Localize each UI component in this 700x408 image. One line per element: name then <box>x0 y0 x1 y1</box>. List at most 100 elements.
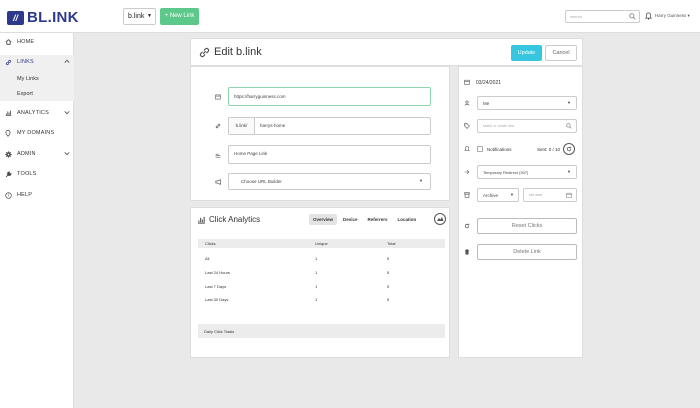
refresh-icon <box>464 223 470 229</box>
analytics-tabs: Overview Device Referrers Location <box>309 214 422 225</box>
unique-count: 1 <box>315 270 318 275</box>
daily-click-totals: Daily Click Totals <box>198 324 445 338</box>
slug-value: harrys-home <box>260 123 286 128</box>
wrench-icon <box>4 171 12 178</box>
help-icon: ? <box>4 191 12 199</box>
chevron-down-icon <box>64 152 70 156</box>
resend-button[interactable] <box>563 143 575 155</box>
caret-down-icon: ▼ <box>510 192 514 197</box>
tab-overview[interactable]: Overview <box>309 214 338 225</box>
top-bar: // BL.INK b.link ▼ + New Link search Har… <box>0 0 700 33</box>
megaphone-icon <box>215 179 221 185</box>
archive-select[interactable]: Archive ▼ <box>477 188 519 202</box>
column-header: Clicks <box>205 241 216 246</box>
redirect-type-select[interactable]: Temporary Redirect (307) ▼ <box>477 165 577 179</box>
chevron-up-icon <box>64 59 70 63</box>
logo-mark: // <box>7 10 24 25</box>
domain-prefix: b.link/ <box>229 118 255 134</box>
sidebar-item-label: ADMIN <box>17 151 36 157</box>
sent-count: Sent: 0 / 10 <box>537 147 561 152</box>
archive-value: Archive <box>483 193 499 198</box>
caret-down-icon: ▼ <box>567 169 571 174</box>
unique-count: 1 <box>315 284 318 289</box>
column-header: Total <box>387 241 396 246</box>
row-label: Last 7 Days <box>205 284 227 289</box>
tags-placeholder: select or create new <box>483 124 515 128</box>
search-icon <box>629 13 636 20</box>
domain-label: b.link <box>128 13 145 20</box>
link-icon <box>4 59 12 66</box>
reset-clicks-button[interactable]: Reset Clicks <box>477 218 577 234</box>
table-row: Last 7 Days 1 5 <box>198 282 445 291</box>
row-label: Last 24 Hours <box>205 270 230 275</box>
sidebar-item-admin[interactable]: ADMIN <box>0 148 74 160</box>
user-name: Harry Guinness <box>655 13 687 18</box>
redirect-type-value: Temporary Redirect (307) <box>483 170 529 175</box>
owner-select[interactable]: Me ▼ <box>477 96 577 110</box>
cancel-button[interactable]: Cancel <box>545 45 577 61</box>
caret-down-icon: ▼ <box>147 13 152 19</box>
analytics-title: Click Analytics <box>197 215 260 224</box>
caret-down-icon: ▼ <box>567 100 571 105</box>
mountain-chart-icon <box>437 217 444 221</box>
slug-field[interactable]: b.link/ harrys-home <box>228 117 431 135</box>
pin-icon <box>4 129 12 137</box>
sidebar-item-tools[interactable]: TOOLS <box>0 168 74 180</box>
link-icon <box>215 123 221 129</box>
sidebar-item-label: LINKS <box>17 59 34 65</box>
sidebar: HOME LINKS My Links Export ANALYTICS MY … <box>0 33 74 408</box>
sidebar-item-analytics[interactable]: ANALYTICS <box>0 107 74 119</box>
row-label: Last 30 Days <box>205 297 229 302</box>
link-form: https://harryguinness.com b.link/ harrys… <box>190 66 450 201</box>
user-menu[interactable]: Harry Guinness ▾ <box>655 13 690 19</box>
search-placeholder: search <box>570 14 583 19</box>
table-row: Last 30 Days 1 5 <box>198 295 445 304</box>
title-value: Home Page Link <box>234 151 268 156</box>
chart-options-button[interactable] <box>434 213 446 225</box>
sidebar-item-home[interactable]: HOME <box>0 36 74 48</box>
sidebar-item-help[interactable]: ? HELP <box>0 189 74 201</box>
url-builder-select[interactable]: Choose URL Builder ▼ <box>228 173 431 190</box>
tab-referrers[interactable]: Referrers <box>364 214 392 225</box>
notifications-checkbox[interactable] <box>477 146 483 152</box>
sidebar-item-label: MY DOMAINS <box>17 130 55 136</box>
url-builder-value: Choose URL Builder <box>241 179 282 184</box>
logo[interactable]: // BL.INK <box>7 9 79 26</box>
text-lines-icon <box>215 153 221 158</box>
total-count: 5 <box>387 270 390 275</box>
user-icon <box>464 100 470 106</box>
calendar-icon <box>464 79 470 85</box>
sidebar-item-links[interactable]: LINKS <box>0 56 74 68</box>
new-link-button[interactable]: + New Link <box>160 8 199 25</box>
unique-count: 1 <box>315 256 318 261</box>
bell-icon[interactable] <box>645 12 652 20</box>
created-date: 03/24/2021 <box>476 80 502 86</box>
link-icon <box>199 47 210 58</box>
domain-dropdown[interactable]: b.link ▼ <box>123 8 156 25</box>
tags-input[interactable]: select or create new <box>477 119 577 133</box>
archive-date-input[interactable]: set date <box>523 188 577 202</box>
title-input[interactable]: Home Page Link <box>228 145 431 164</box>
sidebar-item-my-links[interactable]: My Links <box>17 76 39 82</box>
search-input[interactable]: search <box>565 10 640 23</box>
calendar-icon <box>566 192 572 198</box>
page-title: Edit b.link <box>214 46 262 58</box>
destination-url-value: https://harryguinness.com <box>234 94 286 99</box>
trash-icon <box>464 249 470 255</box>
destination-url-input[interactable]: https://harryguinness.com <box>228 87 431 106</box>
tab-device[interactable]: Device <box>339 214 362 225</box>
sidebar-item-label: HELP <box>17 192 33 198</box>
sidebar-item-export[interactable]: Export <box>17 91 33 97</box>
sidebar-item-my-domains[interactable]: MY DOMAINS <box>0 127 74 139</box>
logo-text: BL.INK <box>27 9 79 26</box>
row-label: All <box>205 256 210 261</box>
delete-link-button[interactable]: Delete Link <box>477 244 577 260</box>
tab-location[interactable]: Location <box>394 214 421 225</box>
total-count: 5 <box>387 297 390 302</box>
link-settings-panel: 03/24/2021 Me ▼ select or create new Not… <box>458 66 583 358</box>
update-button[interactable]: Update <box>511 45 542 61</box>
svg-text:?: ? <box>7 193 9 198</box>
column-header: Unique <box>315 241 328 246</box>
sidebar-item-label: ANALYTICS <box>17 110 49 116</box>
notifications-label: Notifications <box>487 147 512 152</box>
